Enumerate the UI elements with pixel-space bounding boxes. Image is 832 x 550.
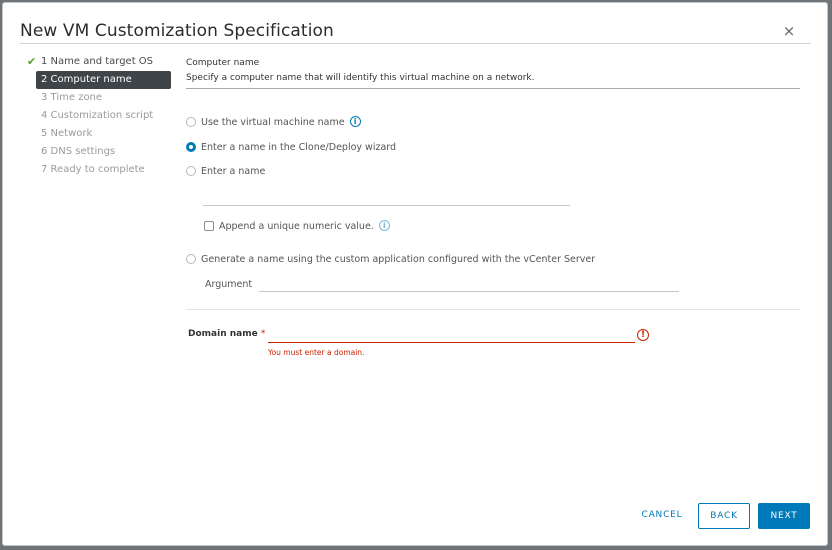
domain-label-text: Domain name — [188, 329, 258, 339]
section-divider-light — [186, 309, 800, 310]
step-dns-settings: 6 DNS settings — [24, 143, 174, 161]
option-label: Use the virtual machine name — [201, 117, 345, 128]
step-label: 3 Time zone — [41, 92, 103, 103]
radio-generate-custom[interactable] — [186, 253, 196, 264]
back-button[interactable]: BACK — [698, 503, 750, 529]
radio-use-vm-name[interactable] — [186, 116, 196, 127]
info-icon[interactable]: i — [349, 116, 361, 127]
step-network: 5 Network — [24, 125, 174, 143]
option-append-numeric[interactable]: Append a unique numeric value. i — [204, 220, 390, 234]
radio-enter-name[interactable] — [186, 165, 196, 176]
option-label: Enter a name in the Clone/Deploy wizard — [201, 142, 397, 153]
section-divider — [186, 88, 800, 89]
step-label: 1 Name and target OS — [41, 56, 154, 67]
error-icon: ! — [637, 329, 649, 341]
customization-dialog: New VM Customization Specification × ✔ 1… — [2, 2, 828, 546]
option-enter-name[interactable]: Enter a name — [186, 165, 265, 179]
step-label: 6 DNS settings — [41, 146, 116, 157]
step-label: 5 Network — [41, 128, 93, 139]
step-computer-name[interactable]: 2 Computer name — [36, 71, 171, 89]
step-ready-to-complete: 7 Ready to complete — [24, 161, 174, 179]
step-name-target-os[interactable]: ✔ 1 Name and target OS — [24, 53, 174, 71]
checkmark-icon: ✔ — [27, 55, 37, 68]
step-label: 4 Customization script — [41, 110, 154, 121]
option-use-vm-name[interactable]: Use the virtual machine name i — [186, 116, 361, 130]
section-description: Specify a computer name that will identi… — [186, 73, 535, 83]
option-label: Enter a name — [201, 166, 266, 177]
option-label: Generate a name using the custom applica… — [201, 254, 596, 265]
step-label: 7 Ready to complete — [41, 164, 145, 175]
step-customization-script: 4 Customization script — [24, 107, 174, 125]
dialog-title: New VM Customization Specification — [20, 21, 334, 41]
option-label: Append a unique numeric value. — [219, 221, 374, 232]
argument-label: Argument — [205, 279, 253, 290]
cancel-button[interactable]: CANCEL — [631, 503, 693, 529]
domain-name-input[interactable] — [268, 342, 635, 343]
next-button[interactable]: NEXT — [758, 503, 810, 529]
radio-enter-in-wizard[interactable] — [186, 141, 196, 152]
append-numeric-checkbox[interactable] — [204, 220, 214, 231]
domain-error-message: You must enter a domain. — [268, 348, 365, 357]
info-icon[interactable]: i — [378, 220, 390, 231]
domain-name-label: Domain name * — [188, 329, 265, 339]
step-time-zone: 3 Time zone — [24, 89, 174, 107]
name-input[interactable] — [203, 205, 570, 206]
close-icon[interactable]: × — [781, 23, 797, 39]
required-marker: * — [260, 329, 266, 339]
option-generate-custom[interactable]: Generate a name using the custom applica… — [186, 253, 595, 267]
argument-input[interactable] — [259, 291, 679, 292]
wizard-steps: ✔ 1 Name and target OS 2 Computer name 3… — [24, 53, 174, 179]
section-title: Computer name — [186, 58, 260, 68]
title-divider — [20, 43, 811, 44]
step-label: 2 Computer name — [41, 74, 132, 85]
option-enter-in-wizard[interactable]: Enter a name in the Clone/Deploy wizard — [186, 141, 396, 155]
